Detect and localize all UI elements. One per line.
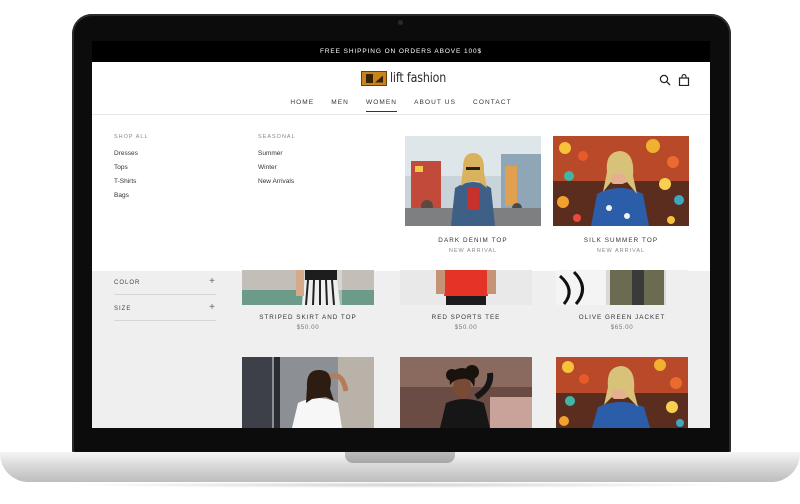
shop-all-title: SHOP ALL	[114, 134, 149, 140]
menu-item-summer[interactable]: Summer	[258, 150, 283, 157]
search-icon[interactable]	[659, 74, 671, 86]
promo-image-silk-summer-top[interactable]	[553, 136, 689, 226]
nav-about-us[interactable]: ABOUT US	[414, 99, 456, 112]
shopping-bag-icon[interactable]	[678, 74, 690, 86]
browser-screen: FREE SHIPPING ON ORDERS ABOVE 100$ lift …	[92, 41, 710, 428]
product-price: $65.00	[610, 324, 634, 331]
product-name[interactable]: OLIVE GREEN JACKET	[556, 314, 688, 321]
product-price: $50.00	[454, 324, 478, 331]
mega-menu: SHOP ALL Dresses Tops T-Shirts Bags SEAS…	[92, 114, 710, 271]
product-price: $50.00	[296, 324, 320, 331]
product-image-silk-summer-top[interactable]	[556, 357, 688, 428]
menu-item-winter[interactable]: Winter	[258, 164, 277, 171]
main-nav: HOME MEN WOMEN ABOUT US CONTACT	[92, 99, 710, 112]
filter-label: SIZE	[114, 306, 132, 312]
product-image-black-top[interactable]	[400, 357, 532, 428]
laptop-notch	[345, 452, 455, 463]
camera-dot	[398, 20, 403, 25]
brand-logo[interactable]: lift fashion	[361, 70, 458, 86]
product-image-white-blouse[interactable]	[242, 357, 374, 428]
filter-size[interactable]: SIZE +	[114, 296, 216, 321]
site-header: lift fashion HOME MEN WOMEN ABOUT US CON…	[92, 62, 710, 114]
laptop-shadow	[60, 482, 740, 488]
promo-title-dark-denim-top[interactable]: DARK DENIM TOP	[405, 237, 541, 244]
product-name[interactable]: RED SPORTS TEE	[400, 314, 532, 321]
menu-item-new-arrivals[interactable]: New Arrivals	[258, 178, 294, 185]
product-image-striped-skirt[interactable]	[242, 270, 374, 305]
promo-subtitle: NEW ARRIVAL	[448, 248, 498, 254]
product-name[interactable]: STRIPED SKIRT AND TOP	[242, 314, 374, 321]
shoe-logo-icon	[361, 70, 387, 86]
nav-home[interactable]: HOME	[290, 99, 314, 112]
nav-women[interactable]: WOMEN	[365, 99, 398, 112]
nav-contact[interactable]: CONTACT	[473, 99, 512, 112]
filter-color[interactable]: COLOR +	[114, 270, 216, 295]
nav-men[interactable]: MEN	[331, 99, 349, 112]
promo-subtitle: NEW ARRIVAL	[596, 248, 646, 254]
announcement-bar: FREE SHIPPING ON ORDERS ABOVE 100$	[92, 41, 710, 62]
promo-image-dark-denim-top[interactable]	[405, 136, 541, 226]
promo-title-silk-summer-top[interactable]: SILK SUMMER TOP	[553, 237, 689, 244]
filter-label: COLOR	[114, 280, 141, 286]
product-image-olive-green-jacket[interactable]	[556, 270, 688, 305]
announcement-text: FREE SHIPPING ON ORDERS ABOVE 100$	[319, 48, 483, 55]
product-image-red-sports-tee[interactable]	[400, 270, 532, 305]
menu-item-dresses[interactable]: Dresses	[114, 150, 138, 157]
menu-item-bags[interactable]: Bags	[114, 192, 129, 199]
seasonal-title: SEASONAL	[258, 134, 296, 140]
menu-item-tops[interactable]: Tops	[114, 164, 128, 171]
plus-icon[interactable]: +	[209, 276, 216, 287]
plus-icon[interactable]: +	[209, 302, 216, 313]
menu-item-t-shirts[interactable]: T-Shirts	[114, 178, 136, 185]
brand-name: lift fashion	[390, 70, 447, 86]
